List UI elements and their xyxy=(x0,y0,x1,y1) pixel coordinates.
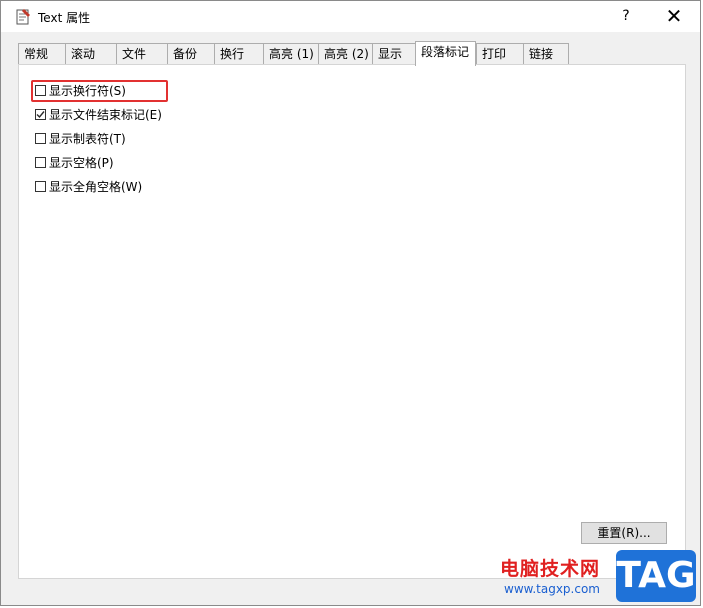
close-icon: ✕ xyxy=(665,4,683,28)
window-title: Text 属性 xyxy=(38,11,91,25)
show-line-break-checkbox[interactable] xyxy=(35,85,46,96)
tab-wrap[interactable]: 换行 xyxy=(214,43,264,64)
show-tab-checkbox[interactable] xyxy=(35,133,46,144)
tab-paragraph-marks[interactable]: 段落标记 xyxy=(415,41,476,66)
tab-panel-paragraph-marks: 显示换行符(S) 显示文件结束标记(E) 显示制表符(T) 显示空格(P) 显示… xyxy=(18,64,686,579)
show-eof-mark-checkbox[interactable] xyxy=(35,109,46,120)
watermark-url: www.tagxp.com xyxy=(504,582,600,596)
show-space-label: 显示空格(P) xyxy=(49,156,114,170)
tab-print[interactable]: 打印 xyxy=(476,43,524,64)
watermark-site-name: 电脑技术网 xyxy=(500,558,601,580)
show-eof-mark-label: 显示文件结束标记(E) xyxy=(49,108,162,122)
tab-scroll[interactable]: 滚动 xyxy=(65,43,117,64)
tab-file[interactable]: 文件 xyxy=(116,43,168,64)
tab-links[interactable]: 链接 xyxy=(523,43,569,64)
reset-button[interactable]: 重置(R)... xyxy=(581,522,667,544)
dialog-body: 常规 滚动 文件 备份 换行 高亮 (1) 高亮 (2) 显示 段落标记 打印 … xyxy=(1,32,700,605)
tab-general[interactable]: 常规 xyxy=(18,43,66,64)
show-fullwidth-space-checkbox[interactable] xyxy=(35,181,46,192)
tag-logo: TAG xyxy=(616,550,696,602)
tab-backup[interactable]: 备份 xyxy=(167,43,215,64)
tab-strip: 常规 滚动 文件 备份 换行 高亮 (1) 高亮 (2) 显示 段落标记 打印 … xyxy=(18,41,698,66)
properties-dialog: Text 属性 ? ✕ 常规 滚动 文件 备份 换行 高亮 (1) 高亮 (2)… xyxy=(0,0,701,606)
show-fullwidth-space-label: 显示全角空格(W) xyxy=(49,180,143,194)
title-bar: Text 属性 ? ✕ xyxy=(1,1,700,32)
tab-highlight-2[interactable]: 高亮 (2) xyxy=(318,43,373,64)
show-tab-label: 显示制表符(T) xyxy=(49,132,126,146)
show-line-break-label: 显示换行符(S) xyxy=(49,84,126,98)
close-button[interactable]: ✕ xyxy=(651,1,697,32)
checkmark-icon xyxy=(36,111,45,119)
help-button[interactable]: ? xyxy=(609,1,643,32)
show-space-checkbox[interactable] xyxy=(35,157,46,168)
tab-highlight-1[interactable]: 高亮 (1) xyxy=(263,43,319,64)
site-watermark: 电脑技术网 www.tagxp.com TAG xyxy=(490,550,700,604)
tab-display[interactable]: 显示 xyxy=(372,43,416,64)
notepad-icon xyxy=(15,8,31,25)
